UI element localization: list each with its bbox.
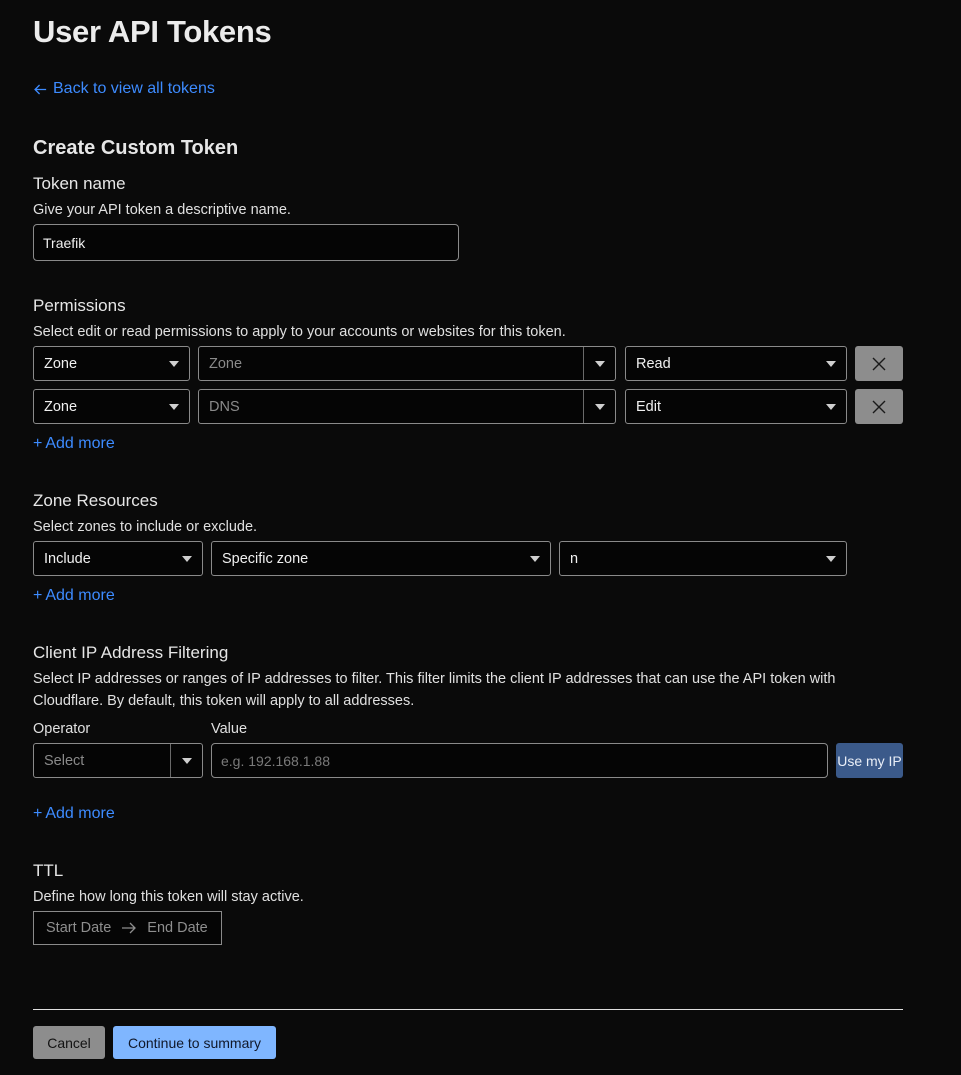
value-label: Value (211, 721, 248, 737)
add-more-label: Add more (45, 435, 115, 452)
remove-permission-button[interactable] (855, 346, 903, 381)
end-date-placeholder: End Date (147, 920, 208, 936)
zone-include-select[interactable]: Include (33, 541, 203, 576)
ip-value-placeholder: e.g. 192.168.1.88 (221, 752, 330, 769)
ip-filtering-label: Client IP Address Filtering (33, 643, 229, 662)
ttl-label: TTL (33, 861, 64, 880)
chevron-down-icon (826, 555, 836, 562)
dropdown-toggle[interactable] (583, 347, 615, 380)
page-title: User API Tokens (33, 14, 272, 49)
chevron-down-icon (595, 360, 605, 367)
chevron-down-icon (182, 757, 192, 764)
back-to-tokens-link[interactable]: Back to view all tokens (33, 80, 215, 98)
permission-level-select[interactable]: Edit (625, 389, 847, 424)
ip-value-input[interactable]: e.g. 192.168.1.88 (211, 743, 828, 778)
ttl-date-range-picker[interactable]: Start Date End Date (33, 911, 222, 945)
plus-icon: + (33, 435, 43, 452)
add-more-label: Add more (45, 587, 115, 604)
section-title: Create Custom Token (33, 137, 239, 159)
back-link-label: Back to view all tokens (53, 80, 215, 97)
cancel-label: Cancel (47, 1034, 91, 1051)
continue-label: Continue to summary (127, 1034, 262, 1051)
add-permission-button[interactable]: + Add more (33, 435, 115, 453)
chevron-down-icon (530, 555, 540, 562)
remove-permission-button[interactable] (855, 389, 903, 424)
zone-resources-label: Zone Resources (33, 491, 158, 510)
token-name-input[interactable]: Traefik (33, 224, 459, 261)
chevron-down-icon (595, 403, 605, 410)
use-my-ip-button[interactable]: Use my IP (836, 743, 903, 778)
operator-select[interactable]: Select (33, 743, 203, 778)
start-date-placeholder: Start Date (46, 920, 112, 936)
close-icon (872, 400, 886, 413)
operator-label: Operator (33, 721, 91, 737)
arrow-right-icon (122, 922, 137, 934)
zone-resources-description: Select zones to include or exclude. (33, 519, 258, 535)
continue-to-summary-button[interactable]: Continue to summary (113, 1026, 276, 1059)
zone-include-value: Include (44, 550, 91, 567)
permission-scope-value: Zone (44, 398, 78, 415)
close-icon (872, 357, 886, 370)
add-zone-resource-button[interactable]: + Add more (33, 587, 115, 605)
add-more-label: Add more (45, 805, 115, 822)
arrow-left-icon (34, 84, 47, 94)
token-name-description: Give your API token a descriptive name. (33, 202, 291, 218)
permission-scope-select[interactable]: Zone (33, 389, 190, 424)
permission-resource-value: DNS (209, 398, 240, 415)
permission-resource-select[interactable]: DNS (198, 389, 616, 424)
permission-scope-select[interactable]: Zone (33, 346, 190, 381)
plus-icon: + (33, 587, 43, 604)
zone-type-value: Specific zone (222, 550, 309, 567)
dropdown-toggle[interactable] (583, 390, 615, 423)
chevron-down-icon (826, 360, 836, 367)
permission-level-select[interactable]: Read (625, 346, 847, 381)
dropdown-toggle[interactable] (170, 744, 202, 777)
chevron-down-icon (169, 403, 179, 410)
ttl-description: Define how long this token will stay act… (33, 889, 304, 905)
chevron-down-icon (182, 555, 192, 562)
zone-value-select[interactable]: n (559, 541, 847, 576)
permissions-description: Select edit or read permissions to apply… (33, 324, 566, 340)
cancel-button[interactable]: Cancel (33, 1026, 105, 1059)
chevron-down-icon (826, 403, 836, 410)
zone-type-select[interactable]: Specific zone (211, 541, 551, 576)
token-name-label: Token name (33, 174, 126, 193)
operator-placeholder: Select (44, 752, 85, 769)
add-ip-filter-button[interactable]: + Add more (33, 805, 115, 823)
zone-value: n (570, 550, 579, 567)
permission-level-value: Edit (636, 398, 661, 415)
permission-resource-select[interactable]: Zone (198, 346, 616, 381)
footer-divider (33, 1009, 903, 1010)
permission-level-value: Read (636, 355, 671, 372)
plus-icon: + (33, 805, 43, 822)
use-my-ip-label: Use my IP (837, 752, 902, 769)
token-name-value: Traefik (43, 234, 86, 251)
permissions-label: Permissions (33, 296, 126, 315)
ip-filtering-description: Select IP addresses or ranges of IP addr… (33, 671, 836, 709)
permission-resource-value: Zone (209, 355, 243, 372)
permission-scope-value: Zone (44, 355, 78, 372)
chevron-down-icon (169, 360, 179, 367)
